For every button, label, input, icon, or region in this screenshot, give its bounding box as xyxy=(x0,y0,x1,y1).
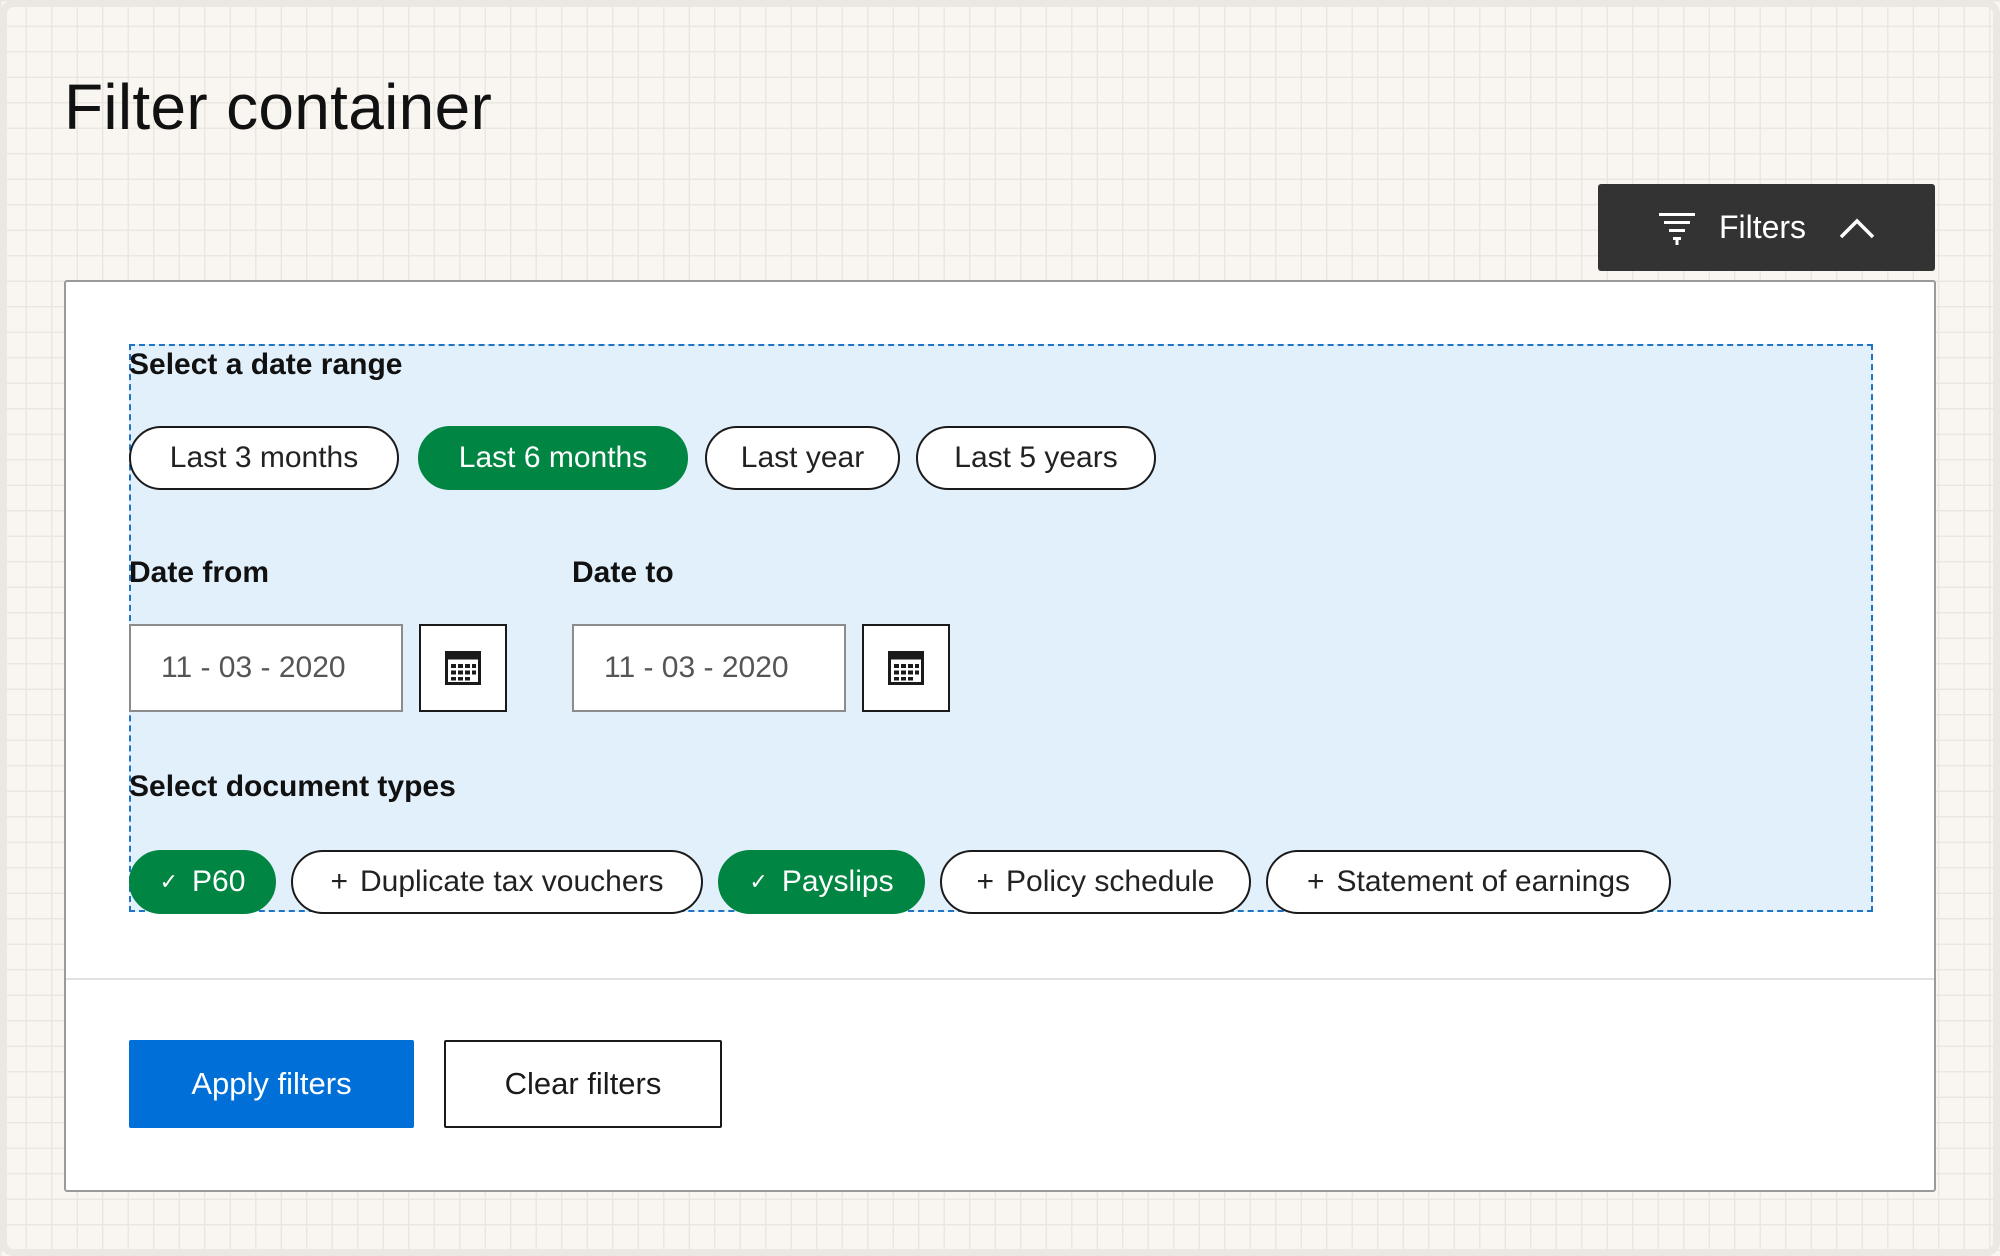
clear-filters-button[interactable]: Clear filters xyxy=(444,1040,722,1128)
check-icon: ✓ xyxy=(749,869,768,894)
filters-toggle-label: Filters xyxy=(1718,209,1807,245)
chip-last-year[interactable]: Last year xyxy=(705,426,900,490)
date-from-value: 11 - 03 - 2020 xyxy=(161,651,346,684)
filter-icon xyxy=(1658,212,1695,245)
date-range-label: Select a date range xyxy=(129,348,403,381)
plus-icon: + xyxy=(330,865,349,898)
check-icon: ✓ xyxy=(159,869,179,894)
calendar-icon xyxy=(888,651,924,685)
chip-label: Payslips xyxy=(781,865,894,898)
plus-icon: + xyxy=(1306,865,1325,898)
date-from-input[interactable]: 11 - 03 - 2020 xyxy=(129,624,403,712)
chip-last-6-months[interactable]: Last 6 months xyxy=(418,426,688,490)
chip-last-5-years[interactable]: Last 5 years xyxy=(916,426,1156,490)
date-to-label: Date to xyxy=(572,556,674,589)
footer-divider xyxy=(66,978,1934,980)
chip-p60[interactable]: ✓ P60 xyxy=(129,850,276,914)
calendar-icon xyxy=(445,651,481,685)
document-types-label: Select document types xyxy=(129,770,456,803)
chip-label: P60 xyxy=(192,865,246,898)
chip-policy-schedule[interactable]: + Policy schedule xyxy=(940,850,1251,914)
chip-statement-of-earnings[interactable]: + Statement of earnings xyxy=(1266,850,1671,914)
filters-toggle-button[interactable]: Filters xyxy=(1598,184,1935,271)
filter-panel: Select a date range Last 3 months Last 6… xyxy=(64,280,1936,1192)
chip-label: Last 5 years xyxy=(954,441,1118,474)
chip-label: Last 3 months xyxy=(169,441,359,474)
date-to-input[interactable]: 11 - 03 - 2020 xyxy=(572,624,846,712)
chip-payslips[interactable]: ✓ Payslips xyxy=(718,850,925,914)
date-to-calendar-button[interactable] xyxy=(862,624,950,712)
chip-label: Policy schedule xyxy=(1006,865,1215,898)
date-from-label: Date from xyxy=(129,556,270,589)
apply-filters-button[interactable]: Apply filters xyxy=(129,1040,414,1128)
date-from-calendar-button[interactable] xyxy=(419,624,507,712)
chip-last-3-months[interactable]: Last 3 months xyxy=(129,426,399,490)
chip-label: Last 6 months xyxy=(458,441,648,474)
plus-icon: + xyxy=(976,865,995,898)
date-to-value: 11 - 03 - 2020 xyxy=(604,651,789,684)
chip-label: Statement of earnings xyxy=(1336,865,1631,898)
chip-duplicate-tax-vouchers[interactable]: + Duplicate tax vouchers xyxy=(291,850,703,914)
chevron-up-icon xyxy=(1839,218,1875,238)
chip-label: Last year xyxy=(740,441,865,474)
filter-body-area: Select a date range Last 3 months Last 6… xyxy=(129,344,1873,914)
chip-label: Duplicate tax vouchers xyxy=(360,865,664,898)
page-title: Filter container xyxy=(64,71,493,143)
